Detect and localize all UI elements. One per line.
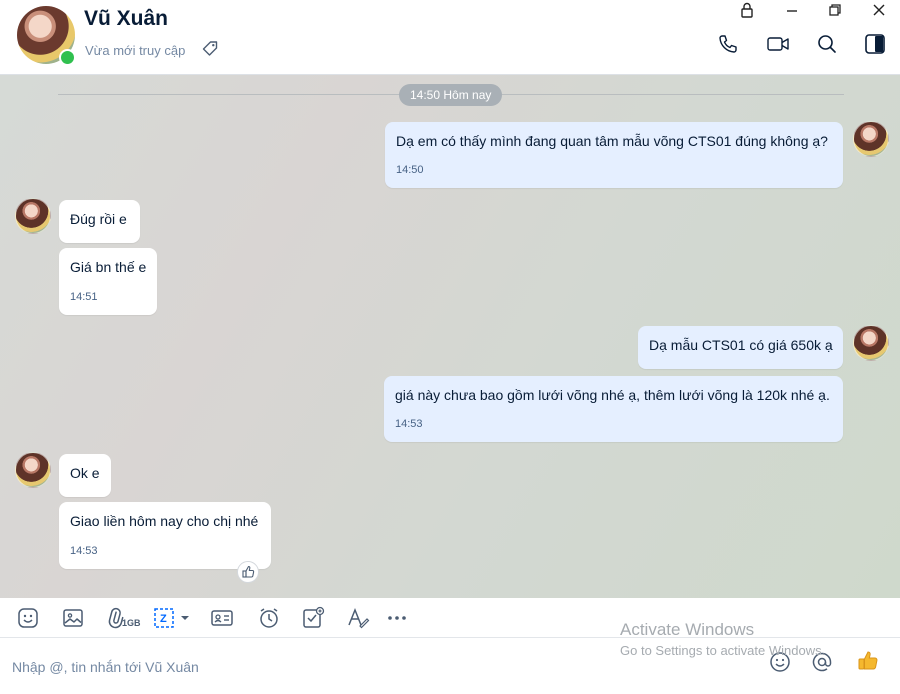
file-size-limit: 1GB [122,618,141,628]
os-watermark-subtitle: Go to Settings to activate Windows. [620,643,826,658]
message-text: Giá bn thế e [70,259,147,275]
sticker-icon[interactable] [16,606,40,630]
message-time: 14:53 [70,545,98,557]
more-icon[interactable] [385,606,409,630]
my-avatar[interactable] [853,325,889,361]
message-bubble-incoming[interactable]: Ok e [59,454,111,497]
online-status-dot [59,49,76,66]
quick-like-icon[interactable] [854,647,882,675]
message-input[interactable] [12,652,612,682]
message-bubble-incoming[interactable]: Giá bn thế e 14:51 [59,248,157,315]
message-text: Giao liền hôm nay cho chị nhé [70,513,259,529]
message-text: Dạ mẫu CTS01 có giá 650k ạ [649,337,833,353]
date-divider: 14:50 Hôm nay [399,84,503,106]
sidebar-toggle-icon[interactable] [863,33,887,55]
message-list[interactable]: 14:50 Hôm nay Dạ em có thấy mình đang qu… [0,75,900,598]
message-time: 14:51 [70,291,98,303]
image-icon[interactable] [61,606,85,630]
message-time: 14:50 [396,164,424,176]
message-text: Ok e [70,465,100,481]
contact-status: Vừa mới truy cập [85,43,186,58]
minimize-icon[interactable] [782,1,802,19]
lock-icon[interactable] [737,1,757,19]
search-icon[interactable] [815,33,839,55]
task-icon[interactable] [301,606,325,630]
react-like-button[interactable] [237,561,259,583]
contact-message-avatar[interactable] [15,452,51,488]
message-bubble-incoming[interactable]: Đúg rồi e [59,200,140,243]
tag-icon[interactable] [201,40,219,58]
video-call-icon[interactable] [766,33,790,55]
contact-message-avatar[interactable] [15,198,51,234]
message-bubble-outgoing[interactable]: Dạ mẫu CTS01 có giá 650k ạ [638,326,843,369]
message-bubble-outgoing[interactable]: Dạ em có thấy mình đang quan tâm mẫu võn… [385,122,843,188]
chat-header: Vũ Xuân Vừa mới truy cập [0,0,900,75]
os-watermark-title: Activate Windows [620,620,755,639]
contact-name[interactable]: Vũ Xuân [84,7,168,31]
screenshot-icon[interactable]: Z [153,606,191,630]
composer-toolbar: 1GB Z [0,598,900,638]
message-bubble-incoming[interactable]: Giao liền hôm nay cho chị nhé 14:53 [59,502,271,569]
restore-icon[interactable] [825,1,845,19]
message-text: Dạ em có thấy mình đang quan tâm mẫu võn… [396,133,828,149]
message-bubble-outgoing[interactable]: giá này chưa bao gồm lưới võng nhé ạ, th… [384,376,843,442]
svg-text:Z: Z [160,613,167,625]
close-icon[interactable] [869,1,889,19]
format-text-icon[interactable] [346,606,370,630]
message-text: giá này chưa bao gồm lưới võng nhé ạ, th… [395,387,830,403]
message-time: 14:53 [395,418,423,430]
phone-icon[interactable] [716,33,740,55]
thumbs-up-icon [242,565,255,578]
message-text: Đúg rồi e [70,211,127,227]
contact-card-icon[interactable] [210,606,234,630]
reminder-icon[interactable] [257,606,281,630]
my-avatar[interactable] [853,121,889,157]
